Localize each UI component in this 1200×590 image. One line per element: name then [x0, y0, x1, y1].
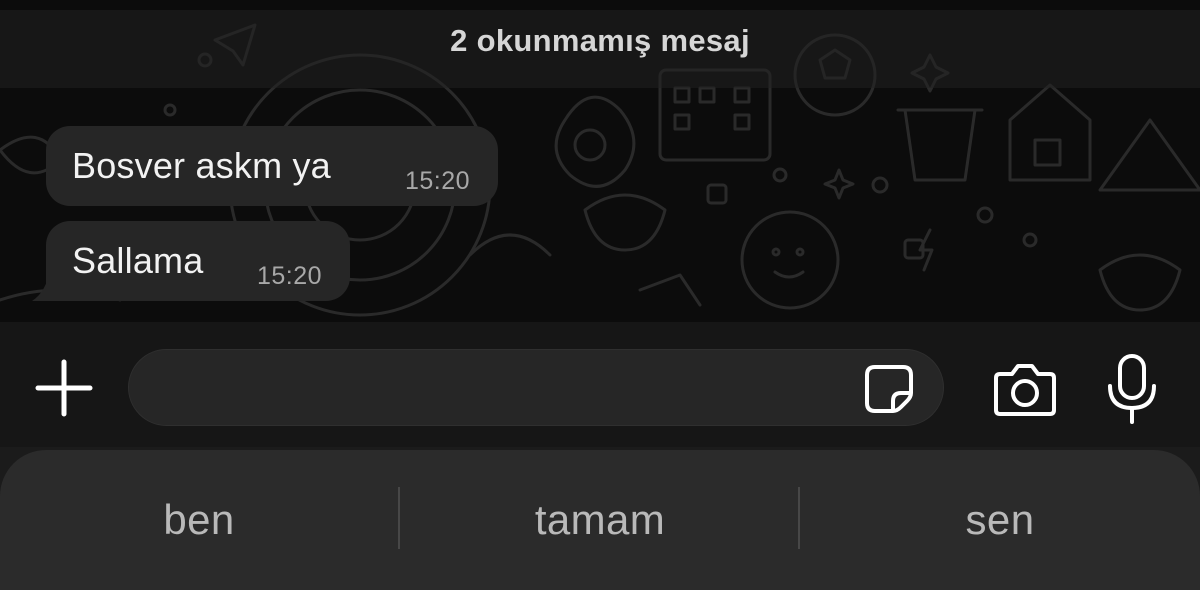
message-input[interactable]	[128, 349, 944, 427]
keyboard: ben tamam sen	[0, 447, 1200, 590]
chat-area[interactable]: 2 okunmamış mesaj Bosver askm ya 15:20 S…	[0, 0, 1200, 322]
message-time: 15:20	[256, 262, 322, 290]
unread-messages-banner: 2 okunmamış mesaj	[0, 10, 1200, 88]
suggestion-divider	[798, 487, 800, 549]
message-text: Sallama	[72, 240, 204, 281]
suggestion-bar: ben tamam sen	[0, 450, 1200, 590]
bubble-tail	[32, 270, 58, 301]
suggestion-item[interactable]: ben	[0, 480, 398, 560]
message-bubble[interactable]: Sallama 15:20	[46, 221, 350, 301]
suggestion-divider	[398, 487, 400, 549]
camera-icon[interactable]	[992, 362, 1058, 418]
message-bubble[interactable]: Bosver askm ya 15:20	[46, 126, 498, 206]
suggestion-item[interactable]: sen	[801, 480, 1199, 560]
message-text: Bosver askm ya	[72, 145, 331, 186]
microphone-icon[interactable]	[1104, 352, 1160, 426]
message-time: 15:20	[404, 167, 470, 195]
suggestion-item[interactable]: tamam	[401, 480, 799, 560]
unread-messages-text: 2 okunmamış mesaj	[450, 23, 750, 58]
message-composer	[0, 322, 1200, 452]
plus-icon[interactable]	[32, 356, 96, 420]
sticker-icon[interactable]	[863, 363, 915, 415]
message-input-text[interactable]	[155, 350, 859, 427]
